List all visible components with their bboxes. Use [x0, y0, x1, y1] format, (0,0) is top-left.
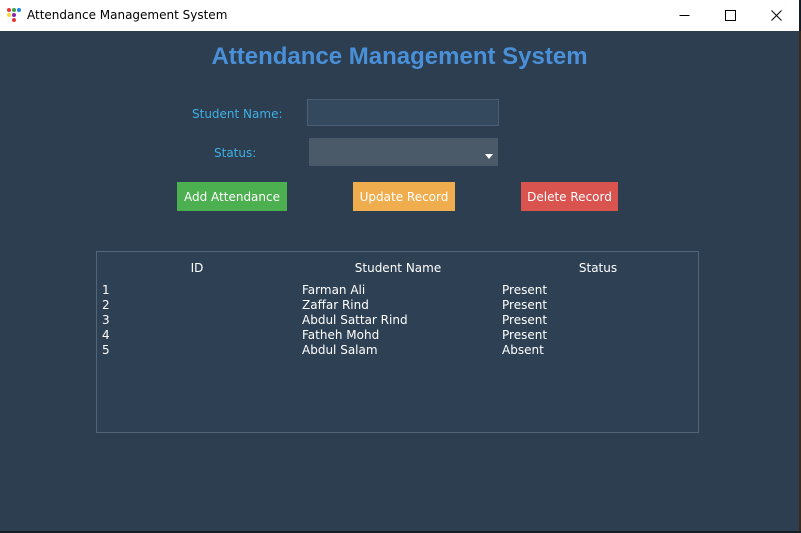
chevron-down-icon [485, 154, 493, 159]
row-student-name: Zaffar Rind [302, 298, 369, 312]
maximize-icon [724, 10, 736, 21]
close-icon [770, 10, 782, 21]
minimize-button[interactable] [661, 0, 707, 31]
student-name-label: Student Name: [192, 107, 283, 121]
row-id: 3 [102, 313, 110, 327]
column-header-status[interactable]: Status [568, 261, 628, 275]
table-row[interactable]: 4 Fatheh Mohd Present [97, 328, 698, 343]
table-row[interactable]: 5 Abdul Salam Absent [97, 343, 698, 358]
row-status: Present [502, 328, 548, 342]
app-icon [7, 8, 21, 22]
row-student-name: Fatheh Mohd [302, 328, 380, 342]
row-status: Present [502, 298, 548, 312]
row-id: 2 [102, 298, 110, 312]
table-row[interactable]: 1 Farman Ali Present [97, 283, 698, 298]
column-header-id[interactable]: ID [182, 261, 212, 275]
row-status: Present [502, 283, 548, 297]
update-record-button[interactable]: Update Record [353, 182, 455, 211]
column-header-student-name[interactable]: Student Name [348, 261, 448, 275]
row-id: 5 [102, 343, 110, 357]
app-window: Attendance Management System Attendance … [0, 0, 801, 533]
row-status: Present [502, 313, 548, 327]
add-attendance-button[interactable]: Add Attendance [177, 182, 287, 211]
row-id: 1 [102, 283, 110, 297]
attendance-table[interactable]: ID Student Name Status 1 Farman Ali Pres… [96, 251, 699, 433]
student-name-input[interactable] [307, 99, 499, 126]
status-label: Status: [214, 146, 257, 160]
main-content: Attendance Management System Student Nam… [0, 31, 799, 531]
close-button[interactable] [753, 0, 799, 31]
page-title: Attendance Management System [211, 43, 588, 70]
window-title: Attendance Management System [27, 8, 228, 22]
row-student-name: Abdul Sattar Rind [302, 313, 408, 327]
row-student-name: Abdul Salam [302, 343, 378, 357]
table-row[interactable]: 3 Abdul Sattar Rind Present [97, 313, 698, 328]
delete-record-button[interactable]: Delete Record [521, 182, 618, 211]
row-student-name: Farman Ali [302, 283, 366, 297]
title-bar[interactable]: Attendance Management System [0, 0, 799, 31]
table-row[interactable]: 2 Zaffar Rind Present [97, 298, 698, 313]
maximize-button[interactable] [707, 0, 753, 31]
minimize-icon [679, 15, 689, 16]
status-dropdown[interactable] [309, 138, 498, 166]
row-status: Absent [502, 343, 544, 357]
row-id: 4 [102, 328, 110, 342]
